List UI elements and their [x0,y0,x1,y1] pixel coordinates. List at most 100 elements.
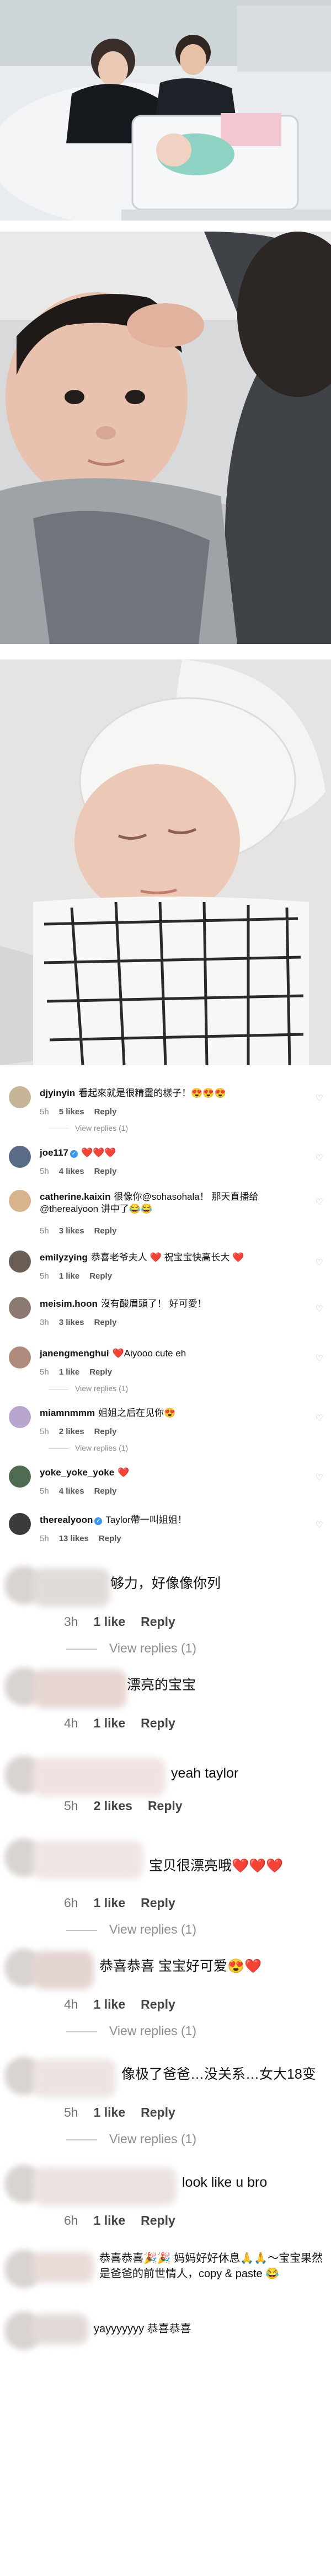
comment-text: look like u bro [182,2175,268,2190]
comment: emilyzying 恭喜老爷夫人 ❤️ 祝宝宝快高长大 ❤️ 5h 1 like R… [0,1245,331,1291]
reply-button[interactable]: Reply [94,1318,117,1327]
post-photo-3[interactable] [0,659,331,1065]
reply-button[interactable]: Reply [99,1534,121,1543]
comment-likes[interactable]: 1 like [59,1367,80,1377]
comment-username[interactable]: meisim.hoon [40,1298,98,1309]
comment-likes[interactable]: 1 like [94,1896,126,1910]
comment: meisim.hoon 沒有酸眉頭了！ 好可愛！ 3h 3 likes Reply ♡ [0,1291,331,1341]
view-replies-button[interactable]: View replies (1) [66,1641,196,1656]
comment: miamnmmm 姐姐之后在见你😍 5h 2 likes Reply ♡ View r… [0,1400,331,1452]
comment-likes[interactable]: 3 likes [59,1318,84,1327]
reply-button[interactable]: Reply [141,2105,175,2119]
comment: therealyoon ✓ Taylor帶一叫姐姐！ 5h 13 likes Reply… [0,1507,331,1555]
comment-text: 宝贝很漂亮哦❤️❤️❤️ [149,1858,284,1874]
comment-username[interactable]: yoke_yoke_yoke [40,1467,114,1478]
reply-button[interactable]: Reply [94,1486,117,1496]
view-replies-button[interactable]: View replies (1) [49,1443,128,1452]
post-photo-1[interactable] [0,0,331,221]
comment-username[interactable]: janengmenghui [40,1348,109,1359]
avatar[interactable] [9,1346,31,1368]
reply-button[interactable]: Reply [141,1614,175,1629]
comment-likes[interactable]: 1 like [94,1614,126,1629]
comment-likes[interactable]: 3 likes [59,1226,84,1236]
comment-time: 3h [40,1318,49,1327]
avatar[interactable] [9,1466,31,1488]
comment: 够力，好像像你列 3h 1 like Reply View replies (1) [0,1560,331,1662]
reply-button[interactable]: Reply [94,1226,117,1236]
comment-likes[interactable]: 2 likes [59,1427,84,1436]
comment-likes[interactable]: 4 likes [59,1486,84,1496]
avatar[interactable] [9,1086,31,1108]
like-heart-icon[interactable]: ♡ [316,1303,323,1314]
like-heart-icon[interactable]: ♡ [316,1152,323,1163]
comment-username[interactable]: emilyzying [40,1252,88,1263]
avatar[interactable] [9,1406,31,1428]
comment-username[interactable]: djyinyin [40,1088,75,1098]
like-heart-icon[interactable]: ♡ [316,1472,323,1483]
comment-time: 4h [64,1716,78,1730]
comment-username[interactable]: miamnmmm [40,1408,95,1418]
avatar[interactable] [9,1297,31,1319]
comment-likes[interactable]: 4 likes [59,1167,84,1176]
photo-parents-newborn [0,0,331,221]
comment: yoke_yoke_yoke ❤️ 5h 4 likes Reply ♡ [0,1460,331,1507]
comment-time: 6h [64,1896,78,1910]
comment-likes[interactable]: 2 likes [94,1799,132,1813]
reply-button[interactable]: Reply [141,2213,175,2228]
reply-button[interactable]: Reply [148,1799,183,1813]
comment: 恭喜恭喜🎉🎉 妈妈好好休息🙏🙏～宝宝果然是爸爸的前世情人，copy & past… [0,2242,331,2308]
reply-button[interactable]: Reply [94,1427,117,1436]
reply-button[interactable]: Reply [94,1167,117,1176]
avatar[interactable] [9,1190,31,1212]
comment-time: 5h [40,1107,49,1117]
like-heart-icon[interactable]: ♡ [316,1196,323,1208]
view-replies-button[interactable]: View replies (1) [66,2024,196,2038]
comment-text: ❤️ [118,1467,130,1478]
comment-text: 恭喜恭喜🎉🎉 妈妈好好休息🙏🙏～宝宝果然是爸爸的前世情人，copy & past… [99,2252,323,2280]
verified-badge-icon: ✓ [70,1150,78,1158]
comment-likes[interactable]: 1 like [94,1997,126,2011]
comment-likes[interactable]: 1 like [94,2105,126,2119]
comment-text: 姐姐之后在见你😍 [98,1408,176,1418]
comment-text: 恭喜老爷夫人 ❤️ 祝宝宝快高长大 ❤️ [90,1252,244,1263]
post-photo-2[interactable] [0,232,331,644]
reply-button[interactable]: Reply [141,1716,175,1730]
reply-button[interactable]: Reply [141,1896,175,1910]
comment-likes[interactable]: 1 like [59,1271,80,1281]
avatar[interactable] [9,1251,31,1273]
like-heart-icon[interactable]: ♡ [316,1353,323,1364]
view-replies-button[interactable]: View replies (1) [66,2132,196,2146]
reply-button[interactable]: Reply [94,1107,117,1117]
like-heart-icon[interactable]: ♡ [316,1093,323,1104]
comment: look like u bro 6h 1 like Reply [0,2159,331,2242]
avatar[interactable] [9,1513,31,1535]
comment-username[interactable]: therealyoon [40,1515,93,1525]
comment-likes[interactable]: 13 likes [59,1534,89,1543]
comment-time: 5h [64,2105,78,2119]
comment-text: Taylor帶一叫姐姐！ [105,1515,187,1525]
view-replies-button[interactable]: View replies (1) [49,1124,128,1133]
blurred-username [33,2167,177,2205]
view-replies-button[interactable]: View replies (1) [49,1384,128,1393]
comment-username[interactable]: catherine.kaixin [40,1192,111,1202]
blurred-username [33,1840,143,1879]
comment-time: 3h [64,1614,78,1629]
comment-text: 沒有酸眉頭了！ 好可愛！ [100,1298,207,1309]
comment-likes[interactable]: 1 like [94,1716,126,1730]
blurred-username [33,1568,110,1607]
comment-username[interactable]: joe117 [40,1147,68,1158]
like-heart-icon[interactable]: ♡ [316,1257,323,1268]
like-heart-icon[interactable]: ♡ [316,1520,323,1531]
reply-button[interactable]: Reply [141,1997,175,2011]
comment: janengmenghui ❤️Aiyooo cute eh 5h 1 like Re… [0,1341,331,1393]
like-heart-icon[interactable]: ♡ [316,1413,323,1424]
comment-likes[interactable]: 5 likes [59,1107,84,1117]
reply-button[interactable]: Reply [89,1367,112,1377]
view-replies-button[interactable]: View replies (1) [66,1922,196,1937]
comment-likes[interactable]: 1 like [94,2213,126,2228]
blurred-username [33,1951,94,1989]
comment-text: yayyyyyyy 恭喜恭喜 [94,2323,191,2335]
comment-text: ❤️Aiyooo cute eh [112,1348,186,1359]
reply-button[interactable]: Reply [89,1271,112,1281]
avatar[interactable] [9,1146,31,1168]
